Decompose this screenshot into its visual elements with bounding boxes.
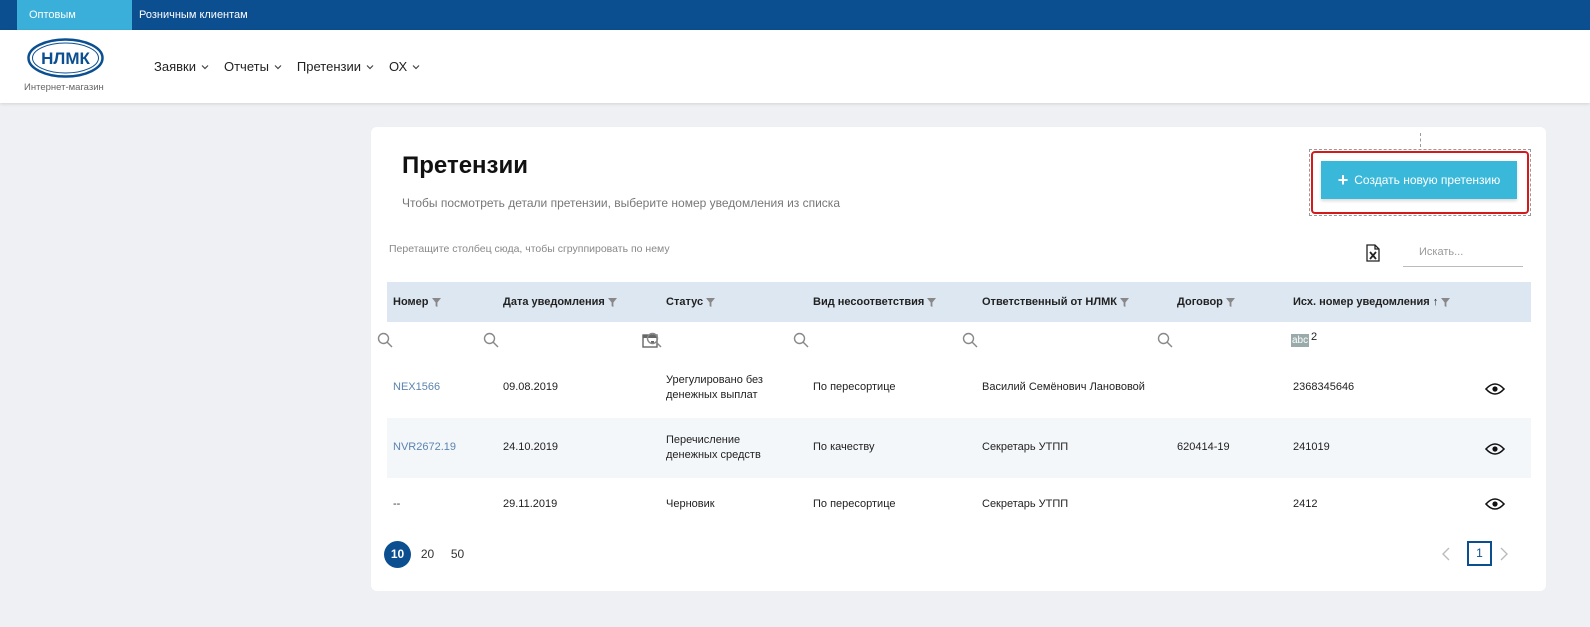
- filter-icon[interactable]: [431, 297, 441, 307]
- cell-responsible: Василий Семёнович Ланововой: [982, 381, 1145, 393]
- search-icon[interactable]: [483, 332, 499, 348]
- search-input[interactable]: [1403, 237, 1523, 266]
- nav-item-claims[interactable]: Претензии: [297, 59, 375, 74]
- column-title: Номер: [393, 296, 429, 308]
- claim-number-link[interactable]: NVR2672.19: [393, 440, 456, 454]
- nlmk-logo[interactable]: НЛМК: [27, 38, 104, 78]
- cell-status-line-1: Черновик: [666, 498, 715, 510]
- column-title: Ответственный от НЛМК: [982, 296, 1117, 308]
- chevron-down-icon: [412, 64, 420, 69]
- nav-item-label: Заявки: [154, 59, 196, 74]
- claim-number-empty: --: [393, 498, 401, 510]
- filter-icon[interactable]: [1119, 297, 1129, 307]
- page-size-50[interactable]: 50: [444, 541, 471, 568]
- create-claim-label: Создать новую претензию: [1354, 173, 1501, 187]
- chevron-down-icon: [201, 64, 209, 69]
- cell-out-number: 2368345646: [1293, 381, 1355, 393]
- column-title: Вид несоответствия: [813, 296, 925, 308]
- column-title: Договор: [1177, 296, 1223, 308]
- search-icon[interactable]: [793, 332, 809, 348]
- create-claim-button[interactable]: + Создать новую претензию: [1321, 161, 1517, 199]
- cell-out-number: 241019: [1293, 441, 1330, 453]
- cell-status-line-1: Урегулировано без: [666, 374, 763, 386]
- column-header-date[interactable]: Дата уведомления: [503, 282, 617, 322]
- selection-guide-line: [1420, 133, 1421, 147]
- claims-card: Претензии Чтобы посмотреть детали претен…: [371, 127, 1546, 591]
- cell-nonconformity: По пересортице: [813, 381, 896, 393]
- view-eye-icon[interactable]: [1485, 382, 1505, 396]
- cell-date: 09.08.2019: [503, 381, 559, 393]
- logo-text: НЛМК: [41, 49, 90, 68]
- page-description: Чтобы посмотреть детали претензии, выбер…: [402, 196, 840, 210]
- column-title: Дата уведомления: [503, 296, 605, 308]
- search-icon[interactable]: [962, 332, 978, 348]
- search-icon[interactable]: [646, 332, 662, 348]
- page-title: Претензии: [402, 152, 528, 179]
- filter-icon[interactable]: [927, 297, 937, 307]
- chevron-left-icon[interactable]: [1440, 546, 1452, 562]
- cell-contract: 620414-19: [1177, 441, 1230, 453]
- nav-item-requests[interactable]: Заявки: [154, 59, 210, 74]
- sort-asc-icon: ↑: [1432, 296, 1439, 308]
- column-header-out-number[interactable]: Исх. номер уведомления ↑: [1293, 282, 1451, 322]
- search-icon[interactable]: [377, 332, 393, 348]
- page-number-current[interactable]: 1: [1467, 541, 1492, 566]
- cell-nonconformity: По качеству: [813, 441, 875, 453]
- chevron-down-icon: [274, 64, 282, 69]
- column-header-responsible[interactable]: Ответственный от НЛМК: [982, 282, 1129, 322]
- chevron-down-icon: [366, 64, 374, 69]
- grid-header: Номер Дата уведомления Статус Вид несоот…: [387, 282, 1531, 322]
- plus-icon: +: [1337, 170, 1349, 190]
- top-bar: Оптовым клиентам Розничным клиентам: [0, 0, 1590, 51]
- group-panel-hint: Перетащите столбец сюда, чтобы сгруппиро…: [389, 243, 670, 255]
- column-title: Исх. номер уведомления: [1293, 296, 1430, 308]
- view-eye-icon[interactable]: [1485, 442, 1505, 456]
- grid-search: [1403, 237, 1523, 267]
- nav-item-reports[interactable]: Отчеты: [224, 59, 283, 74]
- grid-filter-row: abc 2: [377, 322, 1531, 360]
- nav-item-label: Отчеты: [223, 59, 269, 74]
- cell-status-line-2: денежных средств: [666, 449, 761, 461]
- table-row[interactable]: NEX1566 09.08.2019 Урегулировано без ден…: [387, 360, 1531, 418]
- column-header-number[interactable]: Номер: [393, 282, 441, 322]
- cell-date: 24.10.2019: [503, 441, 559, 453]
- excel-export-icon[interactable]: [1365, 244, 1381, 262]
- cell-status-line-1: Перечисление: [666, 434, 741, 446]
- table-row[interactable]: NVR2672.19 24.10.2019 Перечисление денеж…: [387, 418, 1531, 478]
- page-size-20[interactable]: 20: [414, 541, 441, 568]
- column-title: Статус: [666, 296, 704, 308]
- chevron-right-icon[interactable]: [1498, 546, 1510, 562]
- column-header-nonconformity[interactable]: Вид несоответствия: [813, 282, 937, 322]
- tab-retail-clients[interactable]: Розничным клиентам: [127, 0, 260, 30]
- filter-icon[interactable]: [1441, 297, 1451, 307]
- cell-responsible: Секретарь УТПП: [982, 498, 1069, 510]
- filter-icon[interactable]: [1225, 297, 1235, 307]
- column-header-status[interactable]: Статус: [666, 282, 716, 322]
- cell-date: 29.11.2019: [503, 498, 558, 510]
- page-size-10[interactable]: 10: [384, 541, 411, 568]
- nav-item-label: Претензии: [296, 59, 361, 74]
- claim-number-link[interactable]: NEX1566: [393, 380, 440, 394]
- filter-icon[interactable]: [607, 297, 617, 307]
- cell-out-number: 2412: [1293, 498, 1318, 510]
- cell-status-line-2: денежных выплат: [666, 389, 758, 401]
- table-row[interactable]: -- 29.11.2019 Черновик По пересортице Се…: [387, 478, 1531, 530]
- logo-subtitle: Интернет-магазин: [24, 82, 104, 93]
- nav-item-ox[interactable]: ОХ: [389, 59, 421, 74]
- create-button-highlight: + Создать новую претензию: [1309, 149, 1531, 216]
- view-eye-icon[interactable]: [1485, 497, 1505, 511]
- header: НЛМК Интернет-магазин Заявки Отчеты Прет…: [0, 30, 1590, 103]
- search-icon[interactable]: [1157, 332, 1173, 348]
- column-header-contract[interactable]: Договор: [1177, 282, 1235, 322]
- cell-responsible: Секретарь УТПП: [982, 441, 1069, 453]
- text-filter-operator-icon[interactable]: abc: [1291, 334, 1310, 347]
- cell-nonconformity: По пересортице: [813, 498, 896, 510]
- tab-wholesale-clients[interactable]: Оптовым клиентам: [17, 0, 132, 51]
- filter-icon[interactable]: [706, 297, 716, 307]
- main-nav: Заявки Отчеты Претензии ОХ: [154, 30, 421, 103]
- nav-item-label: ОХ: [389, 59, 408, 74]
- out-number-filter-value[interactable]: 2: [1311, 331, 1317, 343]
